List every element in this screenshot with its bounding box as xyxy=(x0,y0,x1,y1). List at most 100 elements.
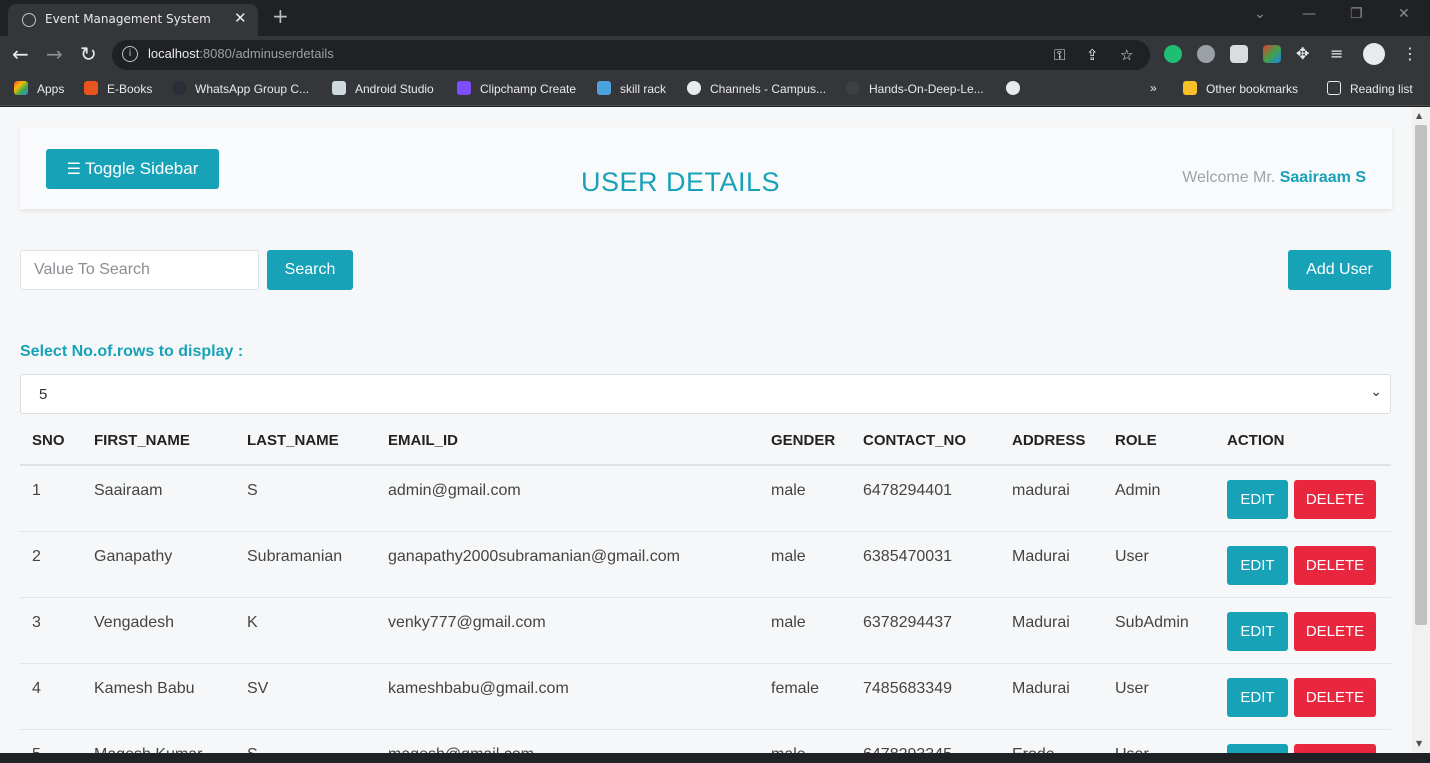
column-header: SNO xyxy=(20,417,82,466)
key-icon[interactable]: ⚿ xyxy=(1054,46,1065,64)
cell-last: K xyxy=(235,597,376,664)
globe-icon xyxy=(687,81,701,95)
column-header: CONTACT_NO xyxy=(851,417,1000,466)
media-icon[interactable]: ≡ xyxy=(1330,42,1343,66)
close-window-icon[interactable]: ✕ xyxy=(1398,6,1410,22)
delete-button[interactable]: DELETE xyxy=(1294,480,1376,519)
apps-icon xyxy=(14,81,28,95)
reload-icon[interactable]: ↻ xyxy=(80,42,97,66)
scroll-down-icon[interactable]: ▼ xyxy=(1416,739,1422,748)
bookmark-whatsapp[interactable]: WhatsApp Group C... xyxy=(172,81,309,96)
cell-contact: 6385470031 xyxy=(851,531,1000,598)
other-bookmarks[interactable]: Other bookmarks xyxy=(1183,81,1298,96)
cell-action: EDITDELETE xyxy=(1215,531,1391,598)
cell-action: EDITDELETE xyxy=(1215,465,1391,532)
browser-toolbar: ← → ↻ i localhost:8080/adminuserdetails … xyxy=(0,36,1430,74)
column-header: EMAIL_ID xyxy=(376,417,759,466)
cell-gender: male xyxy=(759,597,851,664)
table-row: 1 Saairaam Sadmin@gmail.com male 6478294401 m… xyxy=(20,465,1391,532)
whatsapp-icon xyxy=(172,81,186,95)
address-bar[interactable]: i localhost:8080/adminuserdetails ⚿ ⇪ ☆ xyxy=(112,40,1150,70)
delete-button[interactable]: DELETE xyxy=(1294,545,1376,585)
column-header: GENDER xyxy=(759,417,851,466)
browser-tab-strip: Event Management System ✕ + ⌄ — ❐ ✕ xyxy=(0,0,1430,36)
back-icon[interactable]: ← xyxy=(12,42,29,66)
page-title: USER DETAILS xyxy=(581,167,781,197)
cell-sno: 5 xyxy=(20,729,82,753)
tab-search-icon[interactable]: ⌄ xyxy=(1254,6,1266,22)
menu-icon[interactable]: ⋮ xyxy=(1402,42,1418,66)
cell-email: magesh@gmail.com xyxy=(376,729,759,753)
avatar[interactable] xyxy=(1363,43,1385,65)
search-input[interactable] xyxy=(20,250,259,290)
cell-email: venky777@gmail.com xyxy=(376,597,759,664)
cell-first: Vengadesh xyxy=(82,597,235,664)
rows-select[interactable]: 5 ⌄ xyxy=(20,374,1391,414)
browser-tab[interactable]: Event Management System ✕ xyxy=(8,4,258,36)
grammarly-icon[interactable] xyxy=(1164,45,1182,63)
cell-action: EDITDELETE xyxy=(1215,663,1391,730)
minimize-icon[interactable]: — xyxy=(1302,6,1316,22)
reading-list[interactable]: Reading list xyxy=(1327,81,1413,96)
column-header: ACTION xyxy=(1215,417,1391,466)
scrollbar-thumb[interactable] xyxy=(1415,125,1427,625)
welcome-text: Welcome Mr. Saairaam S xyxy=(1182,169,1366,186)
bookmark-globe[interactable] xyxy=(1006,81,1029,96)
cell-gender: male xyxy=(759,465,851,532)
extension-icon[interactable] xyxy=(1263,45,1281,63)
add-user-button[interactable]: Add User xyxy=(1288,250,1391,290)
cell-role: User xyxy=(1103,729,1215,753)
table-row: 2 Ganapathy Subramanian ganapathy2000subram… xyxy=(20,531,1391,598)
bookmark-clipchamp[interactable]: Clipchamp Create xyxy=(457,81,576,96)
cell-role: SubAdmin xyxy=(1103,597,1215,664)
star-icon[interactable]: ☆ xyxy=(1120,46,1133,64)
bookmark-android-studio[interactable]: Android Studio xyxy=(332,81,434,96)
vertical-scrollbar[interactable]: ▲ ▼ xyxy=(1412,107,1430,753)
search-button[interactable]: Search xyxy=(267,250,353,290)
cell-action: EDIT DELETE xyxy=(1215,729,1391,753)
cell-gender: male xyxy=(759,729,851,753)
cell-action: EDITDELETE xyxy=(1215,597,1391,664)
extension-icon[interactable] xyxy=(1230,45,1248,63)
scroll-up-icon[interactable]: ▲ xyxy=(1416,111,1422,120)
edit-button[interactable]: EDIT xyxy=(1227,743,1288,753)
cell-sno: 3 xyxy=(20,597,82,664)
edit-button[interactable]: EDIT xyxy=(1227,480,1288,519)
page-header: ☰ Toggle Sidebar USER DETAILS Welcome Mr.… xyxy=(20,127,1392,209)
more-bookmarks-icon[interactable]: » xyxy=(1150,81,1157,95)
edit-button[interactable]: EDIT xyxy=(1227,677,1288,717)
bookmark-skillrack[interactable]: skill rack xyxy=(597,81,666,96)
toggle-sidebar-button[interactable]: ☰ Toggle Sidebar xyxy=(46,149,219,189)
ebooks-icon xyxy=(84,81,98,95)
cell-first: Kamesh Babu xyxy=(82,663,235,730)
edit-button[interactable]: EDIT xyxy=(1227,545,1288,585)
cell-contact: 6378294437 xyxy=(851,597,1000,664)
user-name: Saairaam S xyxy=(1279,169,1366,186)
globe-icon xyxy=(1006,81,1020,95)
restore-icon[interactable]: ❐ xyxy=(1350,6,1363,22)
cell-last: SV xyxy=(235,663,376,730)
cell-last: S xyxy=(235,729,376,753)
cell-sno: 2 xyxy=(20,531,82,598)
bookmark-channels[interactable]: Channels - Campus... xyxy=(687,81,826,96)
edit-button[interactable]: EDIT xyxy=(1227,611,1288,651)
delete-button[interactable]: DELETE xyxy=(1294,677,1376,717)
delete-button[interactable]: DELETE xyxy=(1294,611,1376,651)
clipchamp-icon xyxy=(457,81,471,95)
cell-address: Erode xyxy=(1000,729,1103,753)
bookmark-hands-on[interactable]: Hands-On-Deep-Le... xyxy=(846,81,984,96)
cell-email: ganapathy2000subramanian@gmail.com xyxy=(376,531,759,598)
info-icon[interactable]: i xyxy=(122,46,138,62)
bookmarks-bar: Apps E-Books WhatsApp Group C... Android… xyxy=(0,74,1430,106)
delete-button[interactable]: DELETE xyxy=(1294,743,1376,753)
extension-icon[interactable] xyxy=(1197,45,1215,63)
new-tab-icon[interactable]: + xyxy=(272,4,289,28)
bookmark-ebooks[interactable]: E-Books xyxy=(84,81,152,96)
cell-address: Madurai xyxy=(1000,663,1103,730)
forward-icon[interactable]: → xyxy=(46,42,63,66)
bookmark-apps[interactable]: Apps xyxy=(14,81,64,96)
puzzle-icon[interactable]: ✥ xyxy=(1296,42,1309,66)
share-icon[interactable]: ⇪ xyxy=(1086,46,1099,64)
table-row: 3 Vengadesh Kvenky777@gmail.com male 6378294… xyxy=(20,597,1391,664)
close-tab-icon[interactable]: ✕ xyxy=(234,9,247,27)
